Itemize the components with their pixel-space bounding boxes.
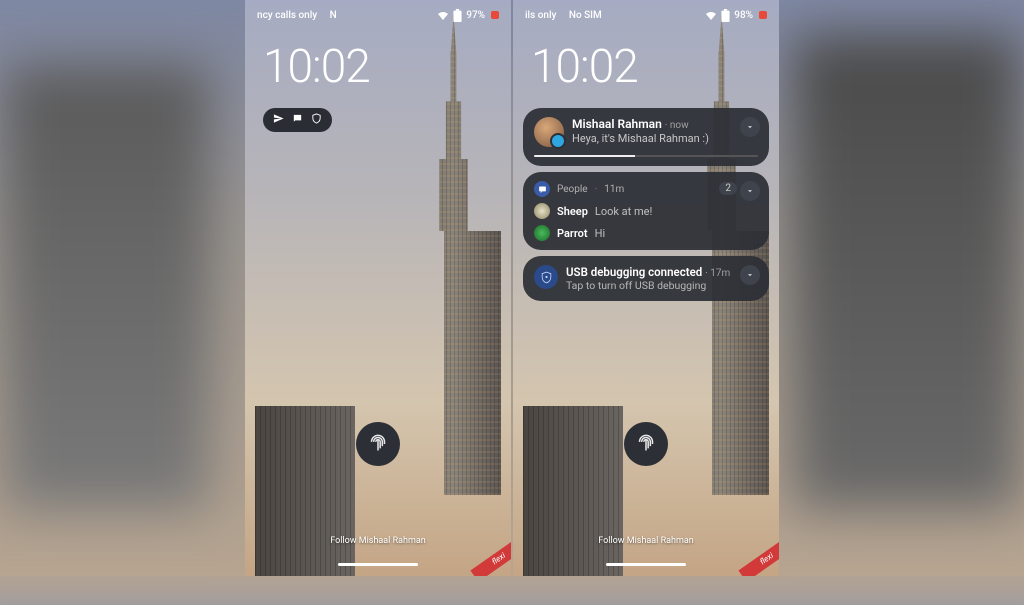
conversation-row[interactable]: Parrot Hi (534, 225, 758, 241)
notification-list: Mishaal Rahman · now Heya, it's Mishaal … (523, 108, 769, 301)
chat-icon (292, 113, 303, 127)
notif-body: Tap to turn off USB debugging (566, 279, 730, 292)
notification-message[interactable]: Mishaal Rahman · now Heya, it's Mishaal … (523, 108, 769, 166)
attribution-text: Follow Mishaal Rahman (598, 536, 694, 546)
sender-name: Mishaal Rahman (572, 117, 662, 131)
notif-count-badge: 2 (719, 182, 737, 195)
sim-text: N (330, 10, 337, 21)
expand-button[interactable] (740, 117, 760, 137)
message-preview: Hi (595, 227, 606, 240)
avatar (534, 203, 550, 219)
message-preview: Look at me! (595, 205, 652, 218)
wallpaper-building (406, 15, 501, 495)
notification-icon-row[interactable] (263, 108, 332, 132)
notif-time: 11m (604, 184, 624, 195)
lockscreen-clock: 10:02 (263, 40, 370, 94)
avatar (534, 225, 550, 241)
progress-bar (534, 155, 758, 157)
status-bar: ncy calls only N 97% (245, 6, 511, 24)
fingerprint-unlock[interactable] (356, 422, 400, 466)
phone-pair: ncy calls only N 97% 10:02 (245, 0, 779, 576)
people-app-icon (534, 181, 550, 197)
usb-debug-icon (534, 265, 558, 289)
mic-indicator-icon (491, 11, 499, 19)
notif-title: USB debugging connected (566, 265, 702, 279)
network-text: ils only (525, 10, 556, 21)
status-network: ncy calls only N (257, 10, 437, 21)
wallpaper-building-fg (255, 406, 355, 576)
nav-handle[interactable] (606, 563, 686, 566)
contact-name: Parrot (557, 227, 588, 240)
battery-icon (453, 9, 462, 22)
corner-ribbon: flexi (470, 536, 511, 576)
notif-time: now (670, 120, 689, 131)
expand-button[interactable] (740, 265, 760, 285)
lockscreen-clock: 10:02 (531, 40, 638, 94)
battery-percent: 98% (734, 10, 753, 21)
notification-conversations[interactable]: People · 11m 2 Sheep Look at me! Parrot … (523, 172, 769, 250)
notification-system[interactable]: USB debugging connected · 17m Tap to tur… (523, 256, 769, 301)
contact-name: Sheep (557, 205, 588, 218)
nav-handle[interactable] (338, 563, 418, 566)
message-preview: Heya, it's Mishaal Rahman :) (572, 132, 709, 145)
phone-left: ncy calls only N 97% 10:02 (245, 0, 511, 576)
mic-indicator-icon (759, 11, 767, 19)
fingerprint-unlock[interactable] (624, 422, 668, 466)
network-text: ncy calls only (257, 10, 317, 21)
send-icon (273, 113, 284, 127)
status-bar: ils only No SIM 98% (513, 6, 779, 24)
conversation-row[interactable]: Sheep Look at me! (534, 203, 758, 219)
battery-percent: 97% (466, 10, 485, 21)
sim-text: No SIM (569, 10, 602, 21)
wallpaper-building-fg (523, 406, 623, 576)
notif-time: 17m (710, 268, 730, 279)
attribution-text: Follow Mishaal Rahman (330, 536, 426, 546)
app-name: People (557, 184, 588, 195)
shield-icon (311, 113, 322, 127)
status-network: ils only No SIM (525, 10, 705, 21)
phone-right: ils only No SIM 98% 10:02 (513, 0, 779, 576)
wifi-icon (705, 10, 717, 21)
battery-icon (721, 9, 730, 22)
avatar (534, 117, 564, 147)
wifi-icon (437, 10, 449, 21)
corner-ribbon: flexi (738, 536, 779, 576)
expand-button[interactable] (740, 181, 760, 201)
